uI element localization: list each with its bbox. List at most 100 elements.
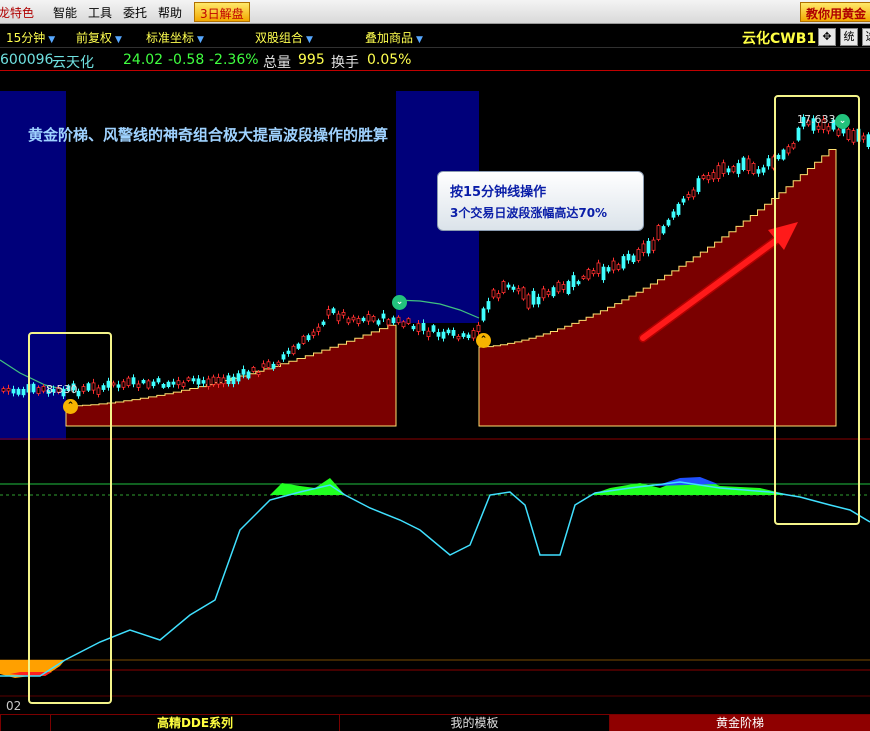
candle-body	[216, 376, 221, 385]
next-button[interactable]: 选	[862, 28, 870, 46]
candle-body	[561, 284, 566, 290]
candle-body	[321, 321, 326, 325]
overlay-select[interactable]: 叠加商品 ▼	[365, 29, 423, 46]
candle-body	[711, 172, 716, 180]
sell-signal-icon: ⌄	[835, 114, 850, 129]
dropdown-arrow-icon: ▼	[197, 35, 204, 45]
menu-bar: 龙特色 智能 工具 委托 帮助 3日解盘 教你用黄金	[0, 0, 870, 24]
candle-body	[246, 371, 251, 379]
candle-body	[736, 163, 741, 174]
candle-body	[606, 267, 611, 272]
menu-item-tools[interactable]: 工具	[88, 4, 112, 21]
dde-line	[0, 481, 870, 677]
sell-signal-icon: ⌄	[392, 295, 407, 310]
candle-body	[636, 248, 641, 261]
candle-body	[221, 377, 226, 385]
candle-body	[671, 211, 676, 218]
headline-annotation: 黄金阶梯、风警线的神奇组合极大提高波段操作的胜算	[28, 126, 389, 144]
candle-body	[111, 382, 116, 386]
candle-body	[361, 317, 366, 322]
candle-body	[136, 383, 141, 388]
candle-body	[701, 175, 706, 179]
candle-body	[746, 158, 751, 171]
candle-body	[631, 255, 636, 263]
stock-name: 云天化	[52, 55, 94, 71]
candle-body	[476, 324, 481, 332]
tab-my-templates[interactable]: 我的模板	[339, 715, 609, 731]
dropdown-arrow-icon: ▼	[306, 35, 313, 45]
menu-item-help[interactable]: 帮助	[158, 4, 182, 21]
candle-body	[241, 369, 246, 375]
candle-body	[601, 266, 606, 281]
candle-body	[501, 281, 506, 294]
candle-body	[331, 308, 336, 314]
candle-body	[861, 135, 866, 140]
candle-body	[176, 380, 181, 386]
candle-body	[686, 194, 691, 198]
candle-body	[741, 157, 746, 171]
tab-blank[interactable]	[0, 715, 50, 731]
candle-body	[126, 377, 131, 386]
callout-line-1: 按15分钟线操作	[450, 185, 547, 200]
candle-body	[401, 321, 406, 328]
golden-ladder-segment	[65, 324, 397, 427]
candle-body	[441, 331, 446, 339]
candle-body	[536, 296, 541, 305]
candle-body	[521, 287, 526, 300]
candle-body	[261, 363, 266, 368]
candle-body	[761, 167, 766, 173]
tab-dde-series[interactable]: 高精DDE系列	[50, 715, 339, 731]
candle-body	[651, 239, 656, 251]
candle-body	[531, 290, 536, 305]
menu-item-special[interactable]: 龙特色	[0, 4, 34, 21]
candle-body	[446, 329, 451, 334]
promo-button-right[interactable]: 教你用黄金	[800, 2, 870, 22]
candle-body	[16, 388, 21, 395]
candle-body	[171, 381, 176, 385]
candle-body	[196, 378, 201, 385]
candle-body	[511, 286, 516, 290]
candle-body	[406, 318, 411, 324]
turnover-value: 0.05%	[367, 52, 412, 68]
candle-body	[546, 291, 551, 295]
candle-body	[301, 335, 306, 344]
candle-body	[351, 316, 356, 321]
buy-signal-icon: ⌃	[63, 399, 78, 414]
price-change-pct: -2.36%	[209, 52, 259, 68]
candle-body	[1, 388, 6, 392]
period-select[interactable]: 15分钟 ▼	[6, 29, 55, 46]
adjust-label: 前复权	[76, 31, 113, 45]
candle-body	[551, 287, 556, 297]
period-label: 15分钟	[6, 31, 46, 45]
candle-body	[286, 350, 291, 354]
candle-body	[616, 264, 621, 270]
candle-body	[151, 381, 156, 387]
candle-body	[341, 311, 346, 316]
candle-body	[376, 320, 381, 325]
candle-body	[586, 269, 591, 280]
move-icon[interactable]: ✥	[818, 28, 836, 46]
candle-body	[296, 343, 301, 349]
combo-select[interactable]: 双股组合 ▼	[255, 29, 313, 46]
candle-body	[681, 198, 686, 203]
candle-body	[756, 169, 761, 174]
tab-golden-ladder[interactable]: 黄金阶梯	[609, 715, 870, 731]
coords-select[interactable]: 标准坐标 ▼	[146, 29, 204, 46]
candle-body	[411, 325, 416, 330]
stat-button[interactable]: 统	[840, 28, 858, 46]
candle-body	[471, 330, 476, 339]
candle-body	[496, 293, 501, 299]
candle-body	[141, 379, 146, 384]
candle-body	[491, 289, 496, 298]
candle-body	[316, 326, 321, 332]
candle-body	[186, 377, 191, 381]
last-price: 24.02	[123, 52, 164, 68]
menu-item-smart[interactable]: 智能	[53, 4, 77, 21]
candle-body	[121, 381, 126, 388]
kline-chart[interactable]	[0, 72, 870, 713]
candle-body	[571, 275, 576, 288]
volume-label: 总量	[263, 55, 291, 71]
promo-button[interactable]: 3日解盘	[194, 2, 250, 22]
adjust-select[interactable]: 前复权 ▼	[76, 29, 122, 46]
menu-item-order[interactable]: 委托	[123, 4, 147, 21]
